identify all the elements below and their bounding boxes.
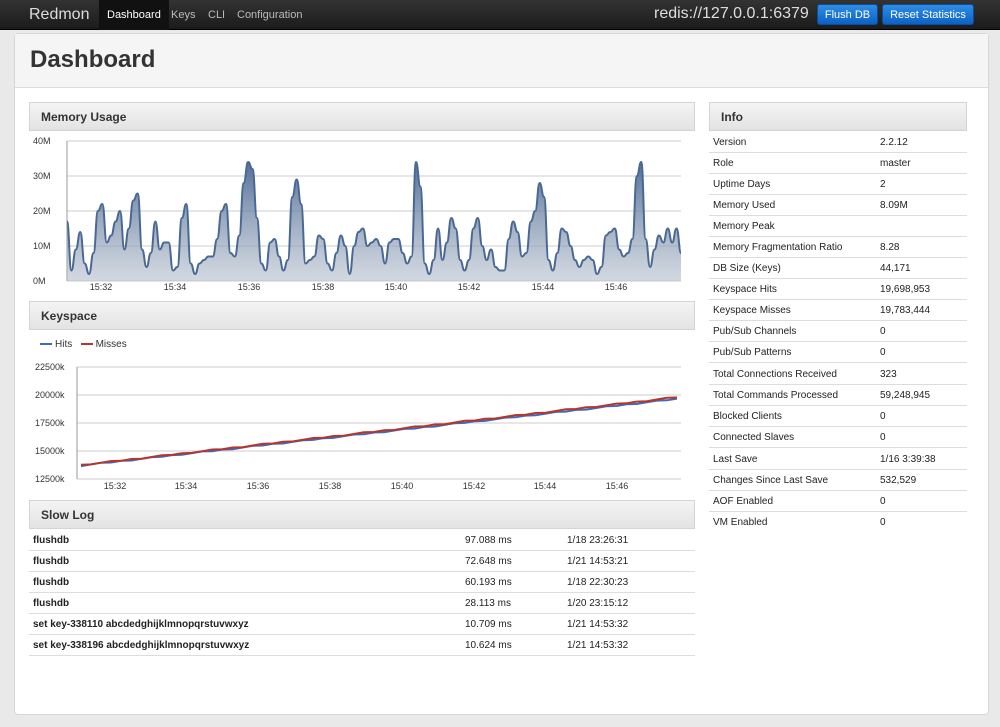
memory-usage-chart: 40M 30M 20M 10M 0M 15:32 15:34 15:36 15:38 15:40 1… <box>33 136 682 292</box>
keyspace-x-tick-label: 15:36 <box>247 481 270 491</box>
keyspace-series-hits <box>80 397 678 468</box>
info-row: Total Commands Processed 59,248,945 <box>709 385 967 406</box>
info-row: Version 2.2.12 <box>709 132 967 153</box>
slow-log-row: flushdb 72.648 ms 1/21 14:53:21 <box>29 551 695 572</box>
memory-y-tick-label: 0M <box>33 276 46 286</box>
keyspace-x-tick-label: 15:46 <box>606 481 629 491</box>
nav-dashboard[interactable]: Dashboard <box>99 0 169 30</box>
keyspace-x-tick-label: 15:42 <box>463 481 486 491</box>
keyspace-chart: 22500k 20000k 17500k 15000k 12500k 15:32 15:34… <box>35 362 681 491</box>
legend-hits: Hits <box>40 339 72 350</box>
page-header: Dashboard <box>15 34 988 88</box>
info-row: Role master <box>709 153 967 174</box>
keyspace-header: Keyspace <box>29 301 695 330</box>
memory-x-tick-label: 15:38 <box>312 282 335 292</box>
legend-misses: Misses <box>80 339 127 350</box>
keyspace-y-tick-label: 12500k <box>35 474 65 484</box>
keyspace-x-tick-label: 15:38 <box>319 481 342 491</box>
memory-y-tick-label: 40M <box>33 136 51 146</box>
memory-usage-header: Memory Usage <box>29 102 695 131</box>
memory-x-tick-label: 15:32 <box>90 282 113 292</box>
info-row: AOF Enabled 0 <box>709 491 967 512</box>
slow-log-row: set key-338196 abcdedghijklmnopqrstuvwxy… <box>29 635 695 656</box>
keyspace-x-tick-label: 15:34 <box>175 481 198 491</box>
memory-x-tick-label: 15:36 <box>238 282 261 292</box>
memory-x-tick-label: 15:46 <box>605 282 628 292</box>
info-row: Memory Peak <box>709 216 967 237</box>
slow-log-row: flushdb 97.088 ms 1/18 23:26:31 <box>29 530 695 551</box>
info-row: Pub/Sub Channels 0 <box>709 321 967 342</box>
slow-log-header: Slow Log <box>29 500 695 529</box>
top-navbar: Redmon Dashboard Keys CLI Configuration … <box>0 0 1000 30</box>
slow-log-row: flushdb 28.113 ms 1/20 23:15:12 <box>29 593 695 614</box>
keyspace-y-tick-label: 20000k <box>35 390 65 400</box>
info-row: Uptime Days 2 <box>709 174 967 195</box>
keyspace-x-tick-label: 15:44 <box>534 481 557 491</box>
info-row: Blocked Clients 0 <box>709 406 967 427</box>
slow-log-row: set key-338110 abcdedghijklmnopqrstuvwxy… <box>29 614 695 635</box>
info-row: Changes Since Last Save 532,529 <box>709 470 967 491</box>
memory-x-tick-label: 15:42 <box>458 282 481 292</box>
info-row: Keyspace Hits 19,698,953 <box>709 279 967 300</box>
slow-log-row: flushdb 60.193 ms 1/18 22:30:23 <box>29 572 695 593</box>
memory-x-tick-label: 15:40 <box>385 282 408 292</box>
info-row: Memory Fragmentation Ratio 8.28 <box>709 237 967 258</box>
memory-y-tick-label: 10M <box>33 241 51 251</box>
info-row: VM Enabled 0 <box>713 517 886 528</box>
info-row: Pub/Sub Patterns 0 <box>709 342 967 363</box>
info-row: Keyspace Misses 19,783,444 <box>709 300 967 321</box>
nav-keys[interactable]: Keys <box>171 0 195 30</box>
keyspace-x-tick-label: 15:40 <box>391 481 414 491</box>
nav-configuration[interactable]: Configuration <box>237 0 302 30</box>
page-title: Dashboard <box>30 46 156 73</box>
keyspace-series-misses <box>80 396 678 466</box>
info-header: Info <box>709 102 967 131</box>
memory-area <box>67 162 681 281</box>
server-address: redis://127.0.0.1:6379 <box>654 5 809 22</box>
info-row: Last Save 1/16 3:39:38 <box>709 449 967 470</box>
memory-x-tick-label: 15:44 <box>532 282 555 292</box>
info-row: DB Size (Keys) 44,171 <box>709 258 967 279</box>
keyspace-y-tick-label: 22500k <box>35 362 65 372</box>
memory-y-tick-label: 20M <box>33 206 51 216</box>
brand-logo[interactable]: Redmon <box>29 6 89 24</box>
nav-cli[interactable]: CLI <box>208 0 225 30</box>
info-row: Memory Used 8.09M <box>709 195 967 216</box>
reset-statistics-button[interactable]: Reset Statistics <box>882 4 974 25</box>
flush-db-button[interactable]: Flush DB <box>817 4 878 25</box>
keyspace-y-tick-label: 17500k <box>35 418 65 428</box>
keyspace-x-tick-label: 15:32 <box>104 481 127 491</box>
keyspace-legend: Hits Misses <box>40 339 127 350</box>
info-row: Connected Slaves 0 <box>709 427 967 448</box>
memory-y-tick-label: 30M <box>33 171 51 181</box>
memory-x-tick-label: 15:34 <box>164 282 187 292</box>
keyspace-y-tick-label: 15000k <box>35 446 65 456</box>
info-row: Total Connections Received 323 <box>709 364 967 385</box>
